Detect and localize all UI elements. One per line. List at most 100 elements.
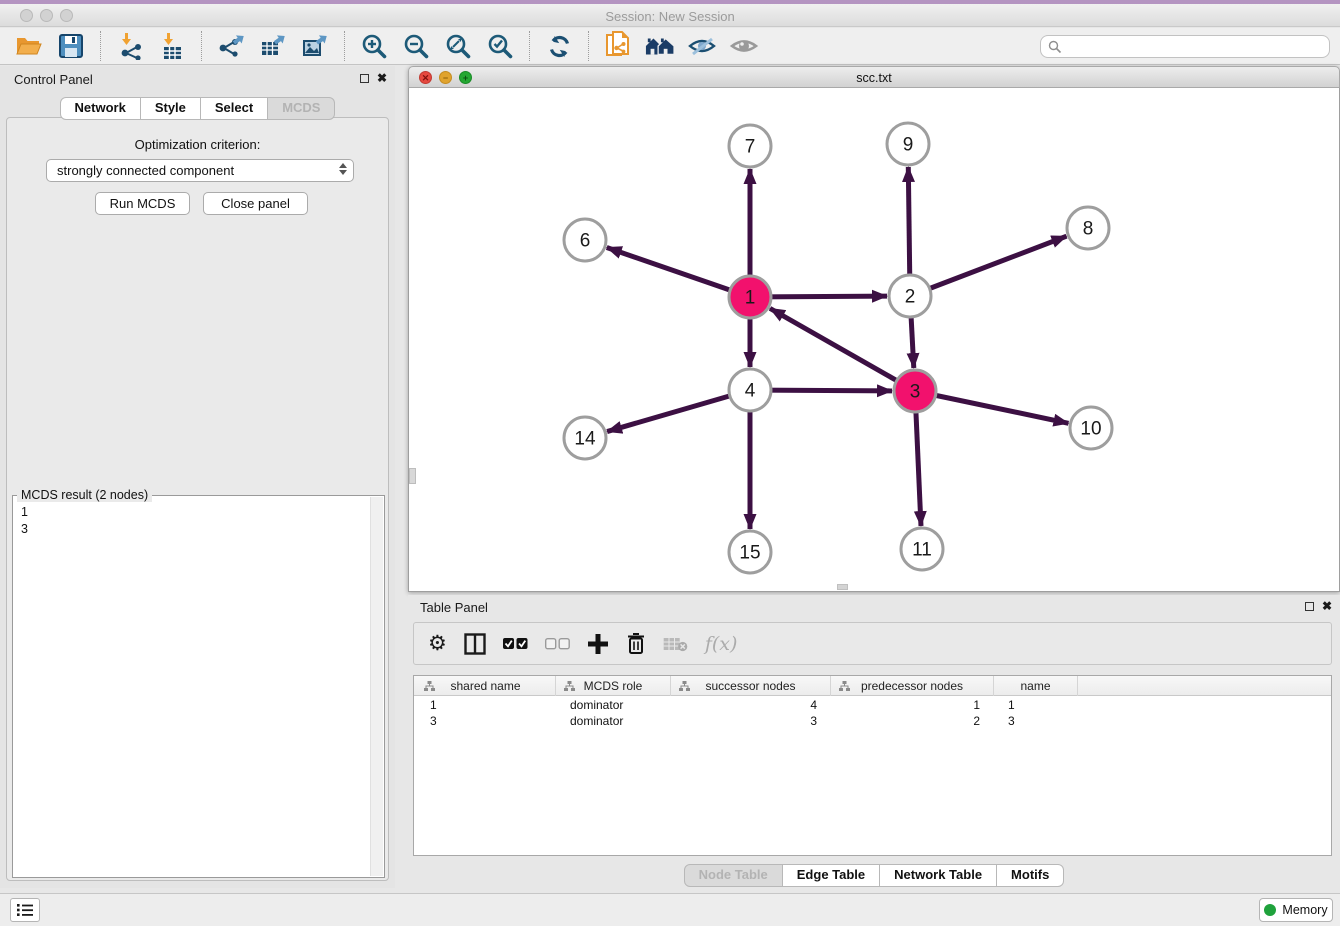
svg-text:11: 11 xyxy=(912,540,932,561)
zoom-selected-icon[interactable] xyxy=(485,32,515,60)
network-view-window: ✕ − + scc.txt 7 9 6 8 1 2 4 3 14 10 15 11 xyxy=(408,66,1340,592)
svg-text:8: 8 xyxy=(1083,219,1094,240)
delete-table-icon xyxy=(663,630,688,658)
tab-mcds[interactable]: MCDS xyxy=(268,97,335,120)
tab-motifs[interactable]: Motifs xyxy=(997,864,1064,887)
refresh-icon[interactable] xyxy=(544,32,574,60)
graph-node-3[interactable]: 3 xyxy=(894,370,936,412)
column-layout-icon[interactable] xyxy=(464,630,486,658)
table-cell: 3 xyxy=(671,714,831,728)
graph-node-4[interactable]: 4 xyxy=(729,369,771,411)
graph-node-15[interactable]: 15 xyxy=(729,531,771,573)
svg-text:6: 6 xyxy=(580,231,591,252)
export-image-icon[interactable] xyxy=(300,32,330,60)
graph-node-1[interactable]: 1 xyxy=(729,276,771,318)
close-panel-icon[interactable]: ✖ xyxy=(377,72,387,84)
table-row[interactable]: 3dominator323 xyxy=(414,714,1331,730)
select-all-checkboxes-icon[interactable] xyxy=(503,630,528,658)
tab-network-table[interactable]: Network Table xyxy=(880,864,997,887)
svg-text:4: 4 xyxy=(745,381,756,402)
column-header-MCDS-role[interactable]: MCDS role xyxy=(556,676,671,696)
table-cell: 3 xyxy=(994,714,1078,728)
duplicate-network-icon[interactable] xyxy=(603,32,633,60)
settings-gear-icon[interactable]: ⚙ xyxy=(428,630,447,658)
column-header-predecessor-nodes[interactable]: predecessor nodes xyxy=(831,676,994,696)
column-header-name[interactable]: name xyxy=(994,676,1078,696)
table-row[interactable]: 1dominator411 xyxy=(414,698,1331,714)
save-session-icon[interactable] xyxy=(56,32,86,60)
graph-node-10[interactable]: 10 xyxy=(1070,407,1112,449)
list-icon xyxy=(17,903,33,917)
network-window-title: scc.txt xyxy=(409,71,1339,85)
import-table-icon[interactable] xyxy=(157,32,187,60)
import-network-icon[interactable] xyxy=(115,32,145,60)
zoom-out-icon[interactable] xyxy=(401,32,431,60)
result-scrollbar[interactable] xyxy=(370,497,383,876)
graph-node-6[interactable]: 6 xyxy=(564,219,606,261)
network-window-titlebar[interactable]: ✕ − + scc.txt xyxy=(408,66,1340,88)
tab-node-table[interactable]: Node Table xyxy=(684,864,783,887)
table-cell: 1 xyxy=(416,698,556,712)
control-panel: Control Panel ✖ NetworkStyleSelectMCDS O… xyxy=(0,66,395,888)
search-field[interactable] xyxy=(1040,35,1330,58)
criterion-select[interactable]: strongly connected component xyxy=(46,159,354,182)
close-panel-button[interactable]: Close panel xyxy=(203,192,308,215)
graph-node-8[interactable]: 8 xyxy=(1067,207,1109,249)
graph-edge-2-8[interactable] xyxy=(910,236,1067,296)
graph-node-7[interactable]: 7 xyxy=(729,125,771,167)
delete-column-icon[interactable] xyxy=(626,630,646,658)
export-network-icon[interactable] xyxy=(216,32,246,60)
graph-edge-3-10[interactable] xyxy=(915,391,1068,423)
close-table-panel-icon[interactable]: ✖ xyxy=(1322,600,1332,612)
memory-button[interactable]: Memory xyxy=(1259,898,1333,922)
svg-text:9: 9 xyxy=(903,135,914,156)
graph-node-11[interactable]: 11 xyxy=(901,528,943,570)
network-graph: 7 9 6 8 1 2 4 3 14 10 15 11 xyxy=(409,88,1339,591)
tab-edge-table[interactable]: Edge Table xyxy=(783,864,880,887)
graph-node-14[interactable]: 14 xyxy=(564,417,606,459)
table-cell: 2 xyxy=(831,714,994,728)
hide-eye-icon[interactable] xyxy=(687,32,717,60)
tab-select[interactable]: Select xyxy=(201,97,268,120)
table-cell: 3 xyxy=(416,714,556,728)
horizontal-scroll-thumb[interactable] xyxy=(837,584,848,590)
run-mcds-button[interactable]: Run MCDS xyxy=(95,192,190,215)
task-history-button[interactable] xyxy=(10,898,40,922)
home-icon[interactable] xyxy=(645,32,675,60)
vertical-scroll-thumb[interactable] xyxy=(409,468,416,484)
deselect-all-checkboxes-icon[interactable] xyxy=(545,630,570,658)
network-canvas[interactable]: 7 9 6 8 1 2 4 3 14 10 15 11 xyxy=(408,88,1340,592)
open-session-icon[interactable] xyxy=(14,32,44,60)
graph-edge-1-6[interactable] xyxy=(607,248,750,297)
table-cell: dominator xyxy=(556,714,671,728)
svg-text:1: 1 xyxy=(745,288,756,309)
tab-network[interactable]: Network xyxy=(60,97,141,120)
export-table-icon[interactable] xyxy=(258,32,288,60)
select-arrows-icon xyxy=(339,163,347,175)
search-input[interactable] xyxy=(1067,38,1329,56)
graph-edge-3-1[interactable] xyxy=(770,308,915,391)
mcds-result-values: 1 3 xyxy=(21,504,28,538)
table-toolbar: ⚙ f(x) xyxy=(413,622,1332,665)
column-header-shared-name[interactable]: shared name xyxy=(416,676,556,696)
graph-node-9[interactable]: 9 xyxy=(887,123,929,165)
control-panel-title: Control Panel xyxy=(14,72,93,87)
svg-text:15: 15 xyxy=(739,543,760,564)
svg-text:14: 14 xyxy=(574,429,596,450)
function-builder-icon: f(x) xyxy=(705,630,738,658)
float-table-panel-icon[interactable] xyxy=(1305,602,1314,611)
column-header-successor-nodes[interactable]: successor nodes xyxy=(671,676,831,696)
tab-style[interactable]: Style xyxy=(141,97,201,120)
float-panel-icon[interactable] xyxy=(360,74,369,83)
mcds-result-title: MCDS result (2 nodes) xyxy=(17,488,152,502)
graph-node-2[interactable]: 2 xyxy=(889,275,931,317)
zoom-in-icon[interactable] xyxy=(359,32,389,60)
zoom-fit-icon[interactable] xyxy=(443,32,473,60)
add-column-icon[interactable] xyxy=(587,630,609,658)
svg-text:2: 2 xyxy=(905,287,916,308)
toolbar-separator xyxy=(100,31,101,61)
app-title: Session: New Session xyxy=(0,9,1340,24)
table-cell: 1 xyxy=(831,698,994,712)
show-eye-icon[interactable] xyxy=(729,32,759,60)
application-window: Session: New Session xyxy=(0,0,1340,926)
